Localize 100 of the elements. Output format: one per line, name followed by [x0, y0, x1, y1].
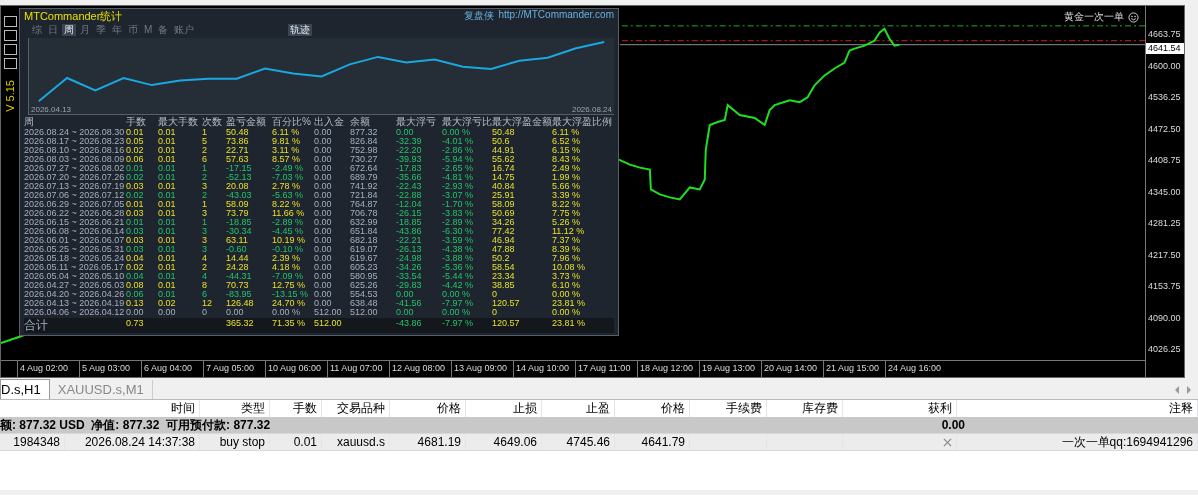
table-cell-text: -22.21	[396, 236, 423, 245]
table-cell-text: 44.91	[492, 146, 516, 155]
table-cell-text: 0.00	[314, 272, 333, 281]
table-cell-text: 0.01	[158, 236, 177, 245]
table-cell-text: 50.2	[492, 254, 511, 263]
period-tab[interactable]: 年	[110, 23, 124, 36]
table-cell-text: 0.01	[158, 227, 177, 236]
table-cell-text: 365.32	[226, 319, 255, 330]
table-cell-text: 0.00	[314, 299, 333, 308]
table-cell-text: 1	[202, 218, 208, 227]
table-cell-text: 47.88	[492, 245, 516, 254]
table-cell-text: -44.31	[226, 272, 253, 281]
toolbar-icon[interactable]	[3, 58, 17, 69]
table-cell-text: 3	[202, 236, 208, 245]
table-cell-text: 512.00	[314, 308, 343, 317]
table-cell-text: 0.01	[158, 272, 177, 281]
table-cell: 2026.04.20 ~ 2026.04.26	[24, 290, 126, 299]
site-label: 复盘侠	[464, 9, 495, 23]
column-header: 最大浮亏比	[442, 116, 492, 128]
time-label: 19 Aug 13:00	[699, 361, 761, 377]
table-cell-text: 764.87	[350, 200, 379, 209]
period-tab[interactable]: M	[142, 23, 155, 36]
period-tab[interactable]: 备	[156, 23, 171, 36]
table-cell-text: 6.11 %	[552, 128, 581, 137]
table-cell-text: 512.00	[350, 308, 379, 317]
table-cell-text: 3	[202, 209, 208, 218]
table-cell-text: 0.01	[158, 254, 177, 263]
table-cell-text: 0.00 %	[552, 290, 582, 299]
table-cell-text: -33.54	[396, 272, 423, 281]
table-cell-text: 6.15 %	[552, 146, 582, 155]
table-cell-text: 0.01	[158, 263, 177, 272]
chart-tab[interactable]: D.s,H1	[0, 379, 50, 399]
time-label: 4 Aug 02:00	[17, 361, 79, 377]
time-label: 17 Aug 11:00	[575, 361, 637, 377]
table-cell-text: 651.84	[350, 227, 379, 236]
period-tab[interactable]: 日	[46, 23, 60, 36]
table-cell-text: -29.83	[396, 281, 423, 290]
table-cell-text: 682.18	[350, 236, 379, 245]
period-tab[interactable]: 周	[62, 23, 76, 36]
table-cell-text: 23.34	[492, 272, 516, 281]
table-cell-text: 0.00	[314, 209, 333, 218]
period-tab[interactable]: 综	[30, 23, 44, 36]
table-cell-text: -3.07 %	[442, 191, 475, 200]
table-cell-text: 721.84	[350, 191, 379, 200]
table-cell: 2026.07.06 ~ 2026.07.12	[24, 191, 126, 200]
table-cell-text: 0.01	[158, 155, 177, 164]
table-cell-text: -30.34	[226, 227, 253, 236]
period-tab[interactable]: 币	[126, 23, 140, 36]
table-cell-text: 6.10 %	[552, 281, 582, 290]
table-cell: 2026.07.20 ~ 2026.07.26	[24, 173, 126, 182]
table-cell: 2026.08.10 ~ 2026.08.16	[24, 146, 126, 155]
table-cell-text: 672.64	[350, 164, 379, 173]
table-cell-text: -18.85	[226, 218, 253, 227]
table-cell-text: 12	[202, 299, 213, 308]
table-cell-text: 4	[202, 254, 208, 263]
table-cell-text: 0.00	[314, 281, 333, 290]
time-label: 13 Aug 09:00	[451, 361, 513, 377]
period-tab[interactable]: 月	[78, 23, 92, 36]
table-cell-text: -1.70 %	[442, 200, 475, 209]
table-cell-text: 38.85	[492, 281, 516, 290]
time-label: 6 Aug 04:00	[141, 361, 203, 377]
table-cell: 2026.08.03 ~ 2026.08.09	[24, 155, 126, 164]
time-label: 18 Aug 12:00	[637, 361, 699, 377]
table-cell-text: -5.44 %	[442, 272, 475, 281]
table-cell-text: 0.06	[126, 290, 145, 299]
column-header: 次数	[202, 116, 223, 128]
table-cell-text: 752.98	[350, 146, 379, 155]
close-icon[interactable]	[943, 437, 952, 447]
period-tab[interactable]: 季	[94, 23, 108, 36]
table-cell-text: 0.01	[158, 137, 177, 146]
price-label: 4345.00	[1147, 186, 1182, 198]
table-cell-text: 1.99 %	[552, 173, 582, 182]
table-cell: 4649.06	[466, 434, 542, 450]
track-button[interactable]: 轨迹	[288, 23, 313, 36]
panel-title: MTCommander统计	[24, 8, 123, 24]
time-label: 21 Aug 15:00	[823, 361, 885, 377]
table-cell-text: 7.96 %	[552, 254, 582, 263]
table-cell-text: 12.75 %	[272, 281, 307, 290]
table-cell-text: 14.75	[492, 173, 516, 182]
toolbar-icon[interactable]	[3, 16, 17, 27]
site-link[interactable]: http://MTCommander.com	[498, 9, 614, 23]
table-cell-text: -26.13	[396, 245, 423, 254]
table-cell-text: 0.05	[126, 137, 145, 146]
table-cell-text: -4.45 %	[272, 227, 305, 236]
table-cell-text: -4.42 %	[442, 281, 475, 290]
table-cell-text: -2.89 %	[442, 218, 475, 227]
table-cell-text: 0.00	[314, 191, 333, 200]
table-cell-text: 3.73 %	[552, 272, 582, 281]
table-cell-text: 0.00	[314, 173, 333, 182]
table-cell-text: -2.65 %	[442, 164, 475, 173]
table-cell-text: 6.11 %	[272, 128, 301, 137]
table-cell-text: -2.89 %	[272, 218, 305, 227]
toolbar-icon[interactable]	[3, 30, 17, 41]
table-cell-text: -26.15	[396, 209, 423, 218]
table-cell-text: 0.00 %	[442, 128, 472, 137]
toolbar-icon[interactable]	[3, 44, 17, 55]
period-tab[interactable]: 账户	[172, 23, 197, 36]
column-header: 最大浮盈金额	[492, 116, 552, 128]
table-cell-text: -3.83 %	[442, 209, 475, 218]
table-cell-text: 0.01	[158, 200, 177, 209]
